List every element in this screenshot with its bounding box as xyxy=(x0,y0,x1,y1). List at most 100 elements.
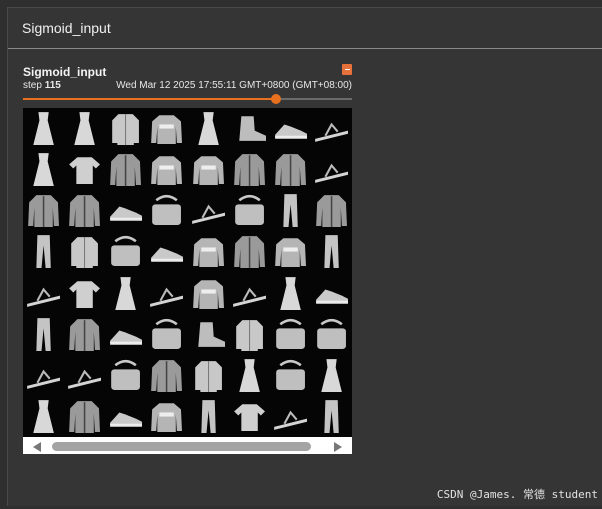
t-shirt-image xyxy=(229,396,270,437)
ankle-boot-image xyxy=(229,108,270,149)
sandal-image xyxy=(311,149,352,190)
pullover-image xyxy=(188,273,229,314)
sneaker-icon xyxy=(316,288,348,304)
panel-header[interactable]: Sigmoid_input xyxy=(8,8,602,49)
sneaker-icon xyxy=(274,124,307,139)
sandal-image xyxy=(311,108,352,149)
coat-icon xyxy=(316,195,347,228)
t-shirt-image xyxy=(64,149,105,190)
step-slider[interactable] xyxy=(23,93,352,105)
image-card: Sigmoid_input step 115 Wed Mar 12 2025 1… xyxy=(23,63,352,454)
dress-image xyxy=(64,108,105,149)
coat-icon xyxy=(233,236,265,269)
trouser-image xyxy=(270,190,311,231)
step-value: 115 xyxy=(44,80,61,91)
dress-icon xyxy=(115,276,137,310)
coat-image xyxy=(23,190,64,231)
t-shirt-icon xyxy=(69,157,101,185)
card-title-row: Sigmoid_input xyxy=(23,63,352,79)
card-title: Sigmoid_input xyxy=(23,65,107,79)
step-indicator: step 115 xyxy=(23,80,61,91)
t-shirt-icon xyxy=(69,280,101,308)
pullover-icon xyxy=(274,238,306,268)
image-frame xyxy=(23,108,352,454)
bag-icon xyxy=(275,318,305,349)
bag-icon xyxy=(317,318,346,349)
bag-image xyxy=(146,314,187,355)
csdn-watermark: CSDN @James. 常德 student xyxy=(436,488,598,501)
sandal-image xyxy=(188,190,229,231)
sandal-icon xyxy=(27,287,61,307)
dress-image xyxy=(105,273,146,314)
dress-image xyxy=(311,355,352,396)
sandal-image xyxy=(270,396,311,437)
sandal-icon xyxy=(273,410,307,430)
sneaker-icon xyxy=(151,247,184,263)
pullover-icon xyxy=(192,156,224,186)
step-label: step xyxy=(23,80,42,91)
card-meta: step 115 Wed Mar 12 2025 17:55:11 GMT+08… xyxy=(23,79,352,93)
timestamp: Wed Mar 12 2025 17:55:11 GMT+0800 (GMT+0… xyxy=(116,80,352,91)
dress-icon xyxy=(280,276,301,310)
sneaker-image xyxy=(105,190,146,231)
shirt-icon xyxy=(112,114,140,146)
horizontal-scrollbar[interactable] xyxy=(23,439,352,454)
dress-image xyxy=(23,108,64,149)
expand-image-button[interactable] xyxy=(342,64,352,75)
coat-icon xyxy=(69,318,101,351)
sandal-icon xyxy=(314,163,348,184)
ankle-boot-image xyxy=(188,314,229,355)
sandal-image xyxy=(23,273,64,314)
bag-icon xyxy=(111,236,141,267)
sandal-image xyxy=(146,273,187,314)
sandal-icon xyxy=(191,204,225,225)
sandal-image xyxy=(229,273,270,314)
trouser-image xyxy=(311,231,352,272)
bag-image xyxy=(270,314,311,355)
dress-icon xyxy=(238,358,260,392)
sandal-icon xyxy=(314,122,348,142)
trouser-icon xyxy=(36,235,51,269)
coat-image xyxy=(229,149,270,190)
dress-icon xyxy=(197,112,219,146)
sandal-icon xyxy=(150,287,184,307)
trouser-image xyxy=(23,231,64,272)
bag-image xyxy=(105,231,146,272)
coat-icon xyxy=(69,401,101,433)
coat-icon xyxy=(69,195,101,228)
ankle-boot-icon xyxy=(197,321,225,347)
coat-image xyxy=(270,149,311,190)
t-shirt-image xyxy=(64,273,105,314)
pullover-icon xyxy=(192,238,224,268)
scroll-right-arrow-icon[interactable] xyxy=(334,442,342,452)
sandal-icon xyxy=(68,369,102,389)
coat-image xyxy=(146,355,187,396)
sneaker-image xyxy=(105,314,146,355)
shirt-image xyxy=(64,231,105,272)
coat-icon xyxy=(151,359,183,392)
trouser-image xyxy=(188,396,229,437)
shirt-image xyxy=(188,355,229,396)
slider-thumb[interactable] xyxy=(271,94,282,104)
sandal-icon xyxy=(27,369,61,389)
trouser-icon xyxy=(324,399,339,433)
sneaker-image xyxy=(146,231,187,272)
pullover-image xyxy=(146,396,187,437)
scrollbar-thumb[interactable] xyxy=(52,442,311,451)
dress-image xyxy=(23,396,64,437)
scroll-left-arrow-icon[interactable] xyxy=(33,442,41,452)
bag-icon xyxy=(111,359,141,390)
dress-icon xyxy=(33,153,54,187)
sneaker-icon xyxy=(110,330,143,345)
coat-icon xyxy=(110,154,142,187)
dress-image xyxy=(23,149,64,190)
pullover-image xyxy=(270,231,311,272)
trouser-image xyxy=(311,396,352,437)
coat-icon xyxy=(274,154,306,187)
sneaker-image xyxy=(105,396,146,437)
bag-image xyxy=(146,190,187,231)
shirt-icon xyxy=(235,319,263,351)
dress-image xyxy=(229,355,270,396)
shirt-image xyxy=(105,108,146,149)
dress-image xyxy=(188,108,229,149)
